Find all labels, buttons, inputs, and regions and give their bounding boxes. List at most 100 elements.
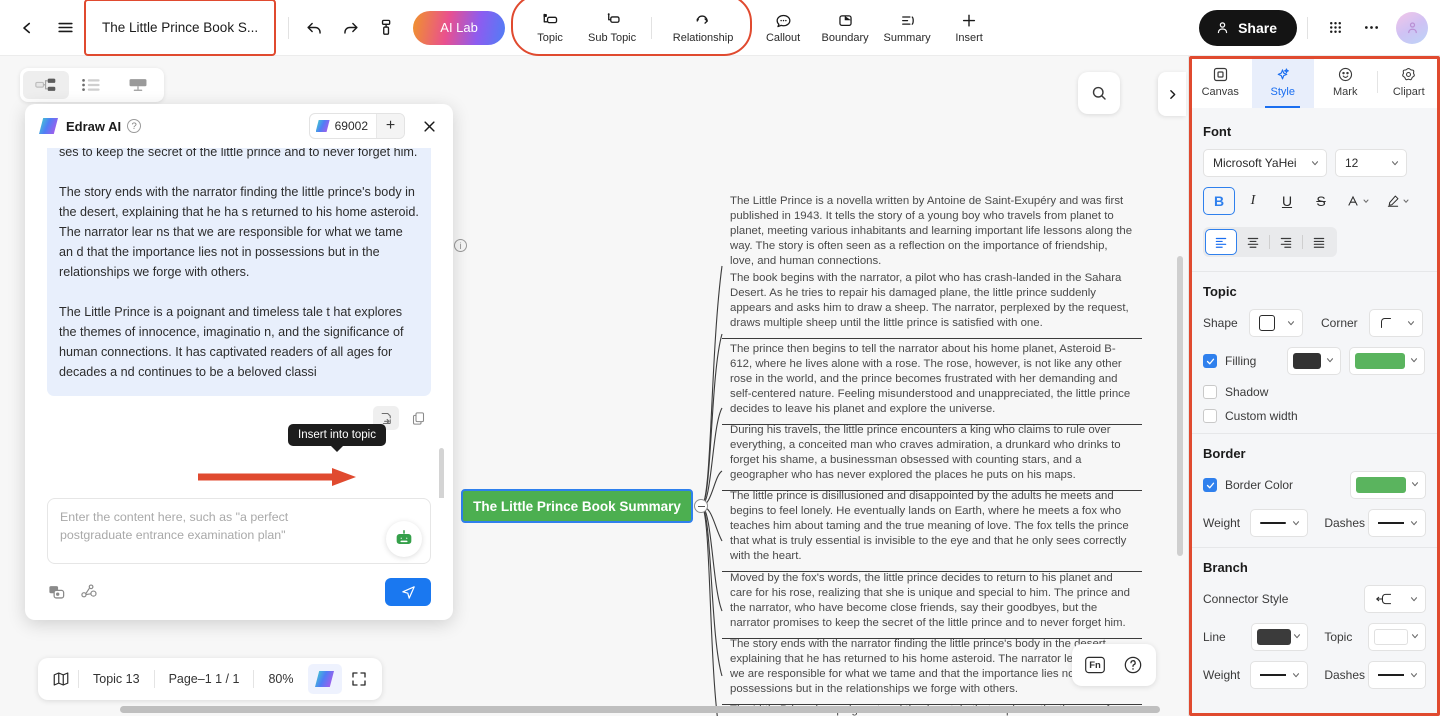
- central-topic-node[interactable]: The Little Prince Book Summary: [461, 489, 693, 523]
- tab-style[interactable]: Style: [1251, 56, 1314, 108]
- toolbar-divider-3: [1307, 16, 1308, 39]
- strikethrough-button[interactable]: S: [1305, 187, 1337, 215]
- shape-select[interactable]: [1249, 309, 1303, 337]
- tab-style-label: Style: [1270, 86, 1295, 98]
- ai-lab-button[interactable]: AI Lab: [413, 10, 506, 45]
- view-tab-outline[interactable]: [69, 71, 115, 99]
- align-justify-icon[interactable]: [1303, 229, 1335, 255]
- branch-topic-2[interactable]: The book begins with the narrator, a pil…: [722, 266, 1142, 339]
- custom-width-label: Custom width: [1225, 409, 1298, 423]
- branch-topic-4[interactable]: During his travels, the little prince en…: [722, 418, 1142, 491]
- font-size-select[interactable]: 12: [1335, 149, 1407, 177]
- format-painter-button[interactable]: [369, 11, 403, 45]
- ai-panel-header: Edraw AI ? 69002 +: [25, 104, 453, 148]
- corner-label: Corner: [1321, 316, 1358, 330]
- branch-topic-1[interactable]: The Little Prince is a novella written b…: [722, 189, 1142, 276]
- sub-topic-button-label: Sub Topic: [588, 31, 637, 44]
- branch-topic-3[interactable]: The prince then begins to tell the narra…: [722, 337, 1142, 425]
- bold-button[interactable]: B: [1203, 187, 1235, 215]
- topic-button[interactable]: Topic: [519, 4, 581, 52]
- add-credits-button[interactable]: +: [376, 114, 404, 138]
- ai-message-area[interactable]: ses to keep the secret of the little pri…: [25, 148, 453, 498]
- border-color-select[interactable]: [1350, 471, 1426, 499]
- user-avatar[interactable]: [1396, 11, 1428, 44]
- connector-style-select[interactable]: [1364, 585, 1426, 613]
- info-circle-icon[interactable]: i: [454, 239, 467, 252]
- back-button[interactable]: [10, 11, 44, 45]
- help-button[interactable]: [1116, 649, 1150, 681]
- ai-paragraph-3: The Little Prince is a poignant and time…: [59, 305, 404, 379]
- send-message-button[interactable]: [385, 578, 431, 606]
- corner-select[interactable]: [1369, 309, 1423, 337]
- robot-assistant-icon[interactable]: [386, 521, 422, 557]
- chevron-down-icon: [1385, 158, 1400, 168]
- section-divider-2: [1189, 433, 1440, 434]
- filling-checkbox[interactable]: [1203, 354, 1217, 368]
- sub-topic-button[interactable]: Sub Topic: [581, 4, 643, 52]
- collapse-toggle-icon[interactable]: [694, 499, 708, 513]
- topic-section-title: Topic: [1203, 284, 1237, 299]
- shape-corner-row: Shape Corner: [1203, 309, 1426, 337]
- branch-line-color-select[interactable]: [1250, 623, 1309, 651]
- branch-topic-6[interactable]: Moved by the fox's words, the little pri…: [722, 566, 1142, 639]
- map-overview-button[interactable]: [44, 664, 78, 694]
- document-title[interactable]: The Little Prince Book S...: [90, 13, 271, 42]
- tab-clipart[interactable]: Clipart: [1378, 56, 1440, 108]
- branch-topic-5[interactable]: The little prince is disillusioned and d…: [722, 484, 1142, 572]
- border-color-checkbox[interactable]: [1203, 478, 1217, 492]
- boundary-button[interactable]: Boundary: [814, 4, 876, 52]
- border-weight-select[interactable]: [1250, 509, 1309, 537]
- align-center-icon[interactable]: [1237, 229, 1269, 255]
- ai-prompt-input[interactable]: Enter the content here, such as "a perfe…: [47, 498, 431, 564]
- credits-badge[interactable]: 69002 +: [308, 113, 405, 139]
- mindmap-node-icon[interactable]: [80, 583, 99, 601]
- share-button[interactable]: Share: [1199, 9, 1297, 46]
- tab-mark[interactable]: Mark: [1314, 56, 1377, 108]
- text-color-icon[interactable]: [1339, 187, 1377, 215]
- shadow-checkbox[interactable]: [1203, 385, 1217, 399]
- fullscreen-button[interactable]: [342, 664, 376, 694]
- menu-button[interactable]: [48, 11, 82, 45]
- canvas-horizontal-scrollbar[interactable]: [120, 706, 1160, 713]
- border-dashes-select[interactable]: [1368, 509, 1426, 537]
- tab-canvas[interactable]: Canvas: [1189, 56, 1252, 108]
- edraw-ai-toggle-icon[interactable]: [307, 664, 342, 694]
- image-attach-icon[interactable]: [47, 583, 66, 601]
- undo-button[interactable]: [297, 11, 331, 45]
- view-tab-presentation[interactable]: [115, 71, 161, 99]
- page-indicator[interactable]: Page–1 1 / 1: [155, 664, 254, 694]
- search-button[interactable]: [1078, 72, 1120, 114]
- highlight-pen-icon[interactable]: [1379, 187, 1417, 215]
- branch-topic-color-select[interactable]: [1368, 623, 1426, 651]
- summary-button[interactable]: Summary: [876, 4, 938, 52]
- redo-button[interactable]: [333, 11, 367, 45]
- close-ai-panel-button[interactable]: [419, 116, 439, 136]
- font-family-value: Microsoft YaHei: [1213, 156, 1297, 170]
- canvas-vertical-scrollbar[interactable]: [1177, 256, 1183, 556]
- copy-icon[interactable]: [405, 406, 431, 430]
- filling-color-select[interactable]: [1349, 347, 1425, 375]
- underline-button[interactable]: U: [1271, 187, 1303, 215]
- relationship-button[interactable]: Relationship: [660, 4, 746, 52]
- callout-button[interactable]: Callout: [752, 4, 814, 52]
- align-right-icon[interactable]: [1270, 229, 1302, 255]
- align-left-icon[interactable]: [1205, 229, 1237, 255]
- view-tab-mindmap[interactable]: [23, 71, 69, 99]
- help-circle-icon[interactable]: ?: [127, 119, 142, 133]
- toolbar-right-group: Share: [1199, 9, 1440, 46]
- ai-message-scrollbar[interactable]: [439, 448, 444, 498]
- branch-dash-preview: [1378, 674, 1404, 676]
- branch-dashes-select[interactable]: [1368, 661, 1426, 689]
- fn-shortcut-button[interactable]: Fn: [1078, 649, 1112, 681]
- topic-count-label[interactable]: Topic 13: [79, 664, 154, 694]
- italic-button[interactable]: I: [1237, 187, 1269, 215]
- insert-button[interactable]: Insert: [938, 4, 1000, 52]
- right-panel-toggle[interactable]: [1158, 72, 1186, 116]
- custom-width-checkbox[interactable]: [1203, 409, 1217, 423]
- more-options-button[interactable]: [1354, 11, 1388, 45]
- branch-weight-select[interactable]: [1250, 661, 1309, 689]
- apps-grid-button[interactable]: [1318, 11, 1352, 45]
- font-family-select[interactable]: Microsoft YaHei: [1203, 149, 1327, 177]
- zoom-level[interactable]: 80%: [254, 664, 307, 694]
- filling-pattern-select[interactable]: [1287, 347, 1341, 375]
